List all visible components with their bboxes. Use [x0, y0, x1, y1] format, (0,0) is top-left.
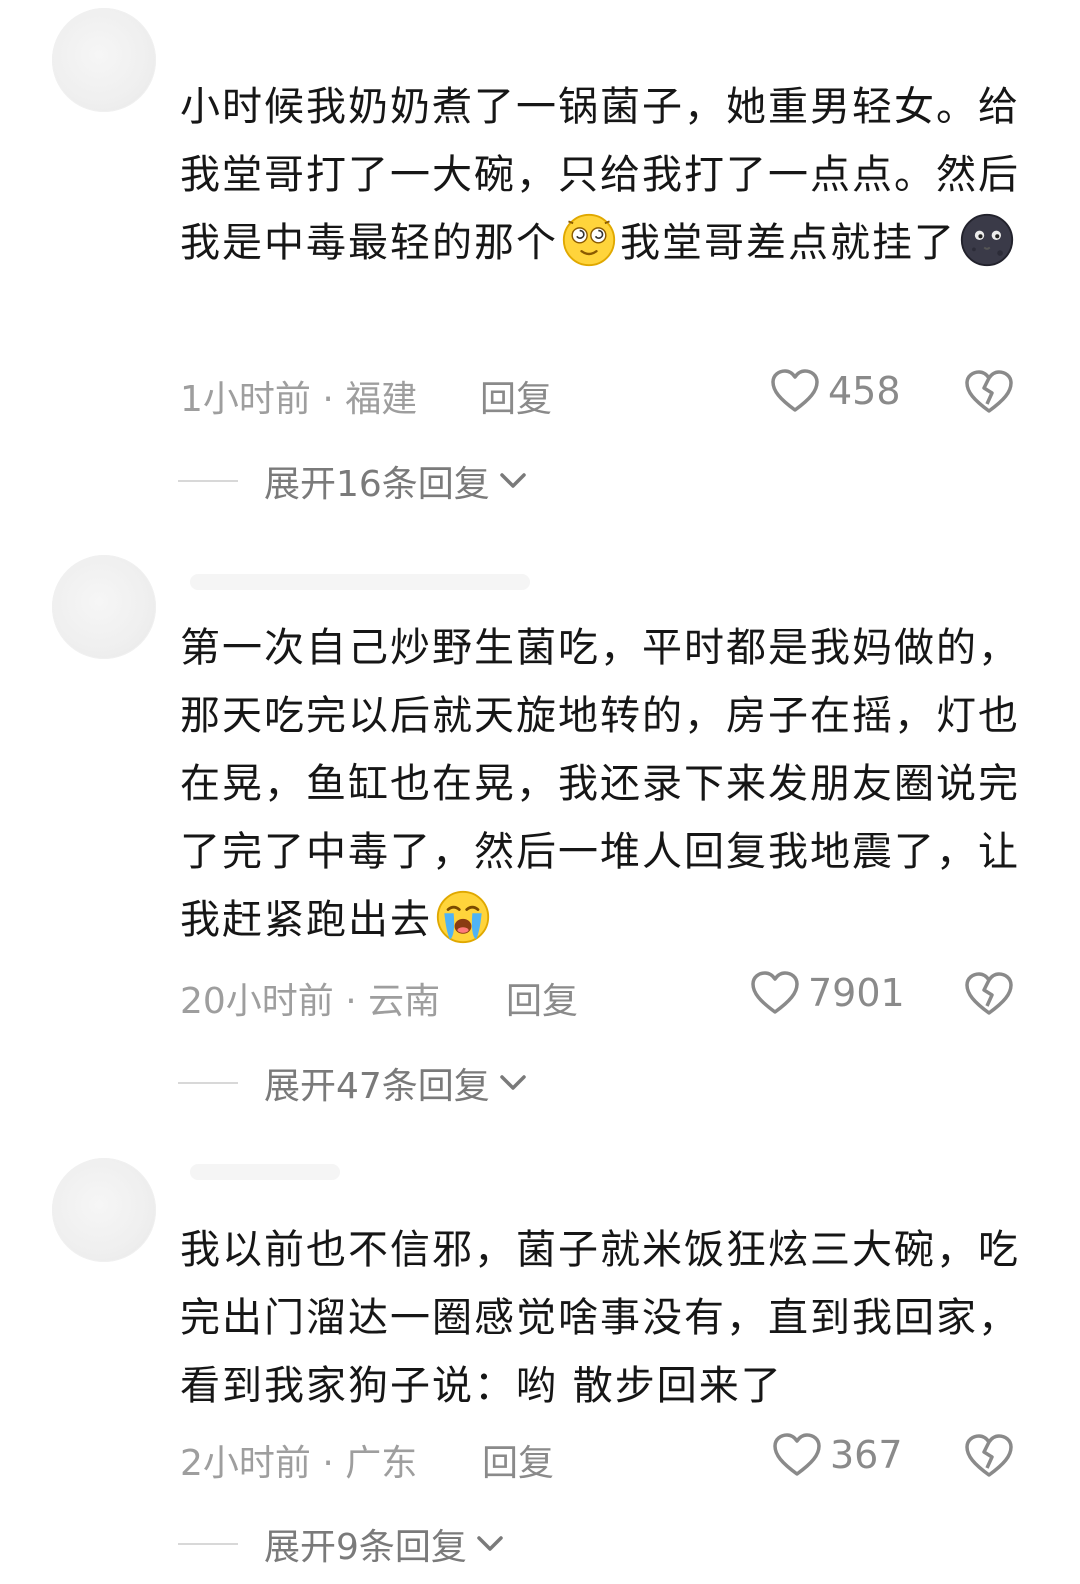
expand-replies-label: 展开9条回复: [264, 1527, 467, 1568]
heart-icon: [773, 1433, 821, 1476]
username-placeholder: [190, 1164, 340, 1180]
expand-replies-button[interactable]: 展开16条回复: [178, 455, 528, 507]
chevron-down-icon: [500, 473, 526, 488]
username-placeholder: [190, 574, 530, 590]
like-button[interactable]: 458: [770, 368, 901, 414]
divider-line: [178, 1082, 238, 1084]
avatar[interactable]: [52, 1158, 156, 1262]
heart-icon: [751, 971, 799, 1014]
comment-time-location: 1小时前 · 福建: [180, 379, 418, 420]
comment-time-location: 2小时前 · 广东: [180, 1443, 418, 1484]
reply-button[interactable]: 回复: [480, 370, 552, 422]
broken-heart-icon[interactable]: [962, 364, 1016, 418]
crying-face-emoji-icon: [436, 890, 490, 944]
comment-text-part: 我堂哥差点就挂了: [620, 220, 956, 266]
dark-moon-face-emoji-icon: [960, 213, 1014, 267]
like-button[interactable]: 367: [772, 1432, 903, 1478]
like-count: 7901: [808, 971, 905, 1015]
comment-text: 小时候我奶奶煮了一锅菌子，她重男轻女。给我堂哥打了一大碗，只给我打了一点点。然后…: [180, 73, 1020, 277]
divider-line: [178, 1543, 238, 1545]
dizzy-face-emoji-icon: [562, 213, 616, 267]
comment-text-part: 第一次自己炒野生菌吃，平时都是我妈做的，那天吃完以后就天旋地转的，房子在摇，灯也…: [180, 625, 1020, 943]
expand-replies-label: 展开47条回复: [264, 1066, 490, 1107]
expand-replies-button[interactable]: 展开47条回复: [178, 1057, 528, 1109]
comment-text: 第一次自己炒野生菌吃，平时都是我妈做的，那天吃完以后就天旋地转的，房子在摇，灯也…: [180, 614, 1020, 954]
heart-icon: [771, 369, 819, 412]
avatar[interactable]: [52, 555, 156, 659]
comment-time-location: 20小时前 · 云南: [180, 981, 441, 1022]
chevron-down-icon: [477, 1536, 503, 1551]
like-count: 367: [830, 1433, 903, 1477]
expand-replies-label: 展开16条回复: [264, 464, 490, 505]
reply-button[interactable]: 回复: [506, 972, 578, 1024]
broken-heart-icon[interactable]: [962, 1428, 1016, 1482]
reply-button[interactable]: 回复: [482, 1434, 554, 1486]
comment-text: 我以前也不信邪，菌子就米饭狂炫三大碗，吃完出门溜达一圈感觉啥事没有，直到我回家，…: [180, 1216, 1020, 1420]
broken-heart-icon[interactable]: [962, 966, 1016, 1020]
comment-text-part: 我以前也不信邪，菌子就米饭狂炫三大碗，吃完出门溜达一圈感觉啥事没有，直到我回家，…: [180, 1227, 1020, 1409]
like-count: 458: [828, 369, 901, 413]
chevron-down-icon: [500, 1075, 526, 1090]
avatar[interactable]: [52, 8, 156, 112]
divider-line: [178, 480, 238, 482]
like-button[interactable]: 7901: [750, 970, 905, 1016]
expand-replies-button[interactable]: 展开9条回复: [178, 1518, 505, 1570]
